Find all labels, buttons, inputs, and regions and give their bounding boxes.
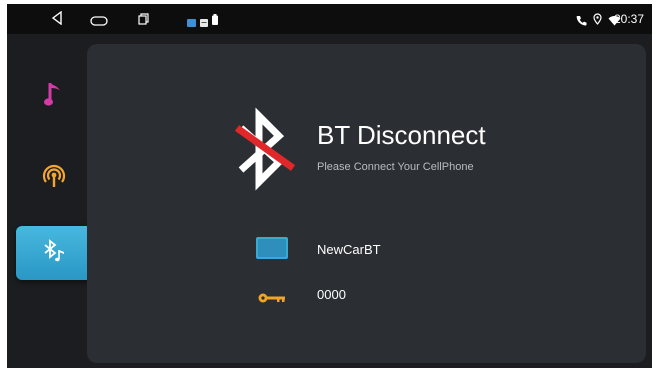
head-unit-screen: 20:37 BT Disconnect Please Connect Your …: [7, 4, 652, 368]
recent-apps-icon[interactable]: [138, 12, 149, 30]
pin-code: 0000: [317, 287, 346, 302]
bluetooth-panel: BT Disconnect Please Connect Your CellPh…: [87, 44, 646, 363]
connection-status-title: BT Disconnect: [317, 120, 486, 150]
source-sidebar: [7, 34, 92, 368]
clock-time: 20:37: [613, 12, 644, 26]
back-icon[interactable]: [51, 10, 63, 30]
device-name: NewCarBT: [317, 242, 381, 257]
sidebar-item-radio[interactable]: [16, 151, 92, 205]
key-icon: [258, 290, 286, 308]
sidebar-item-music[interactable]: [16, 70, 92, 124]
connection-hint: Please Connect Your CellPhone: [317, 161, 474, 173]
battery-icon: [212, 12, 218, 30]
bluetooth-music-icon: [41, 238, 67, 269]
location-icon: [593, 12, 602, 30]
app-notification-icon: [187, 14, 196, 32]
phone-icon: [576, 13, 587, 31]
message-icon: [200, 14, 208, 32]
device-icon: [256, 237, 288, 264]
bluetooth-disconnected-icon: [234, 106, 296, 197]
radio-broadcast-icon: [41, 163, 67, 194]
home-icon[interactable]: [90, 13, 108, 31]
status-bar: 20:37: [7, 4, 652, 34]
sidebar-item-bluetooth-music[interactable]: [16, 226, 92, 280]
music-note-icon: [44, 80, 64, 115]
